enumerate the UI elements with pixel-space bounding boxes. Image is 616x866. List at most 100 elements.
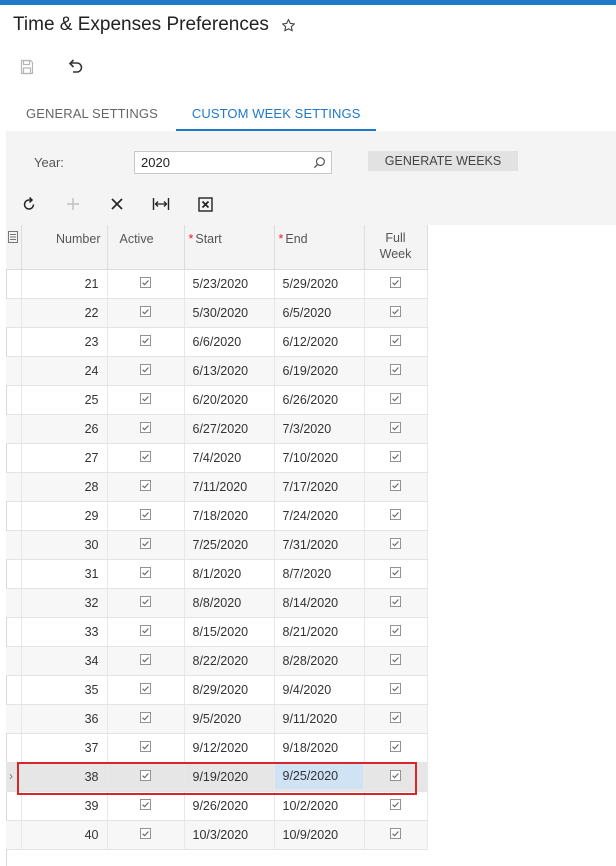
row-selector[interactable] — [6, 414, 22, 444]
checkbox-checked-icon[interactable] — [390, 276, 401, 291]
cell-full-week[interactable] — [364, 704, 428, 734]
cell-end[interactable]: 7/3/2020 — [274, 414, 365, 444]
cell-active[interactable] — [107, 356, 185, 386]
cell-full-week[interactable] — [364, 269, 428, 299]
checkbox-checked-icon[interactable] — [140, 711, 151, 726]
cell-start[interactable]: 7/4/2020 — [184, 443, 275, 473]
close-icon[interactable] — [106, 193, 128, 215]
table-row[interactable]: 32 8/8/2020 8/14/2020 — [6, 588, 428, 618]
cell-full-week[interactable] — [364, 791, 428, 821]
cell-start[interactable]: 8/1/2020 — [184, 559, 275, 589]
checkbox-checked-icon[interactable] — [390, 740, 401, 755]
checkbox-checked-icon[interactable] — [140, 479, 151, 494]
table-row[interactable]: 39 9/26/2020 10/2/2020 — [6, 791, 428, 821]
cell-number[interactable]: 31 — [21, 559, 108, 589]
cell-number[interactable]: 29 — [21, 501, 108, 531]
cell-full-week[interactable] — [364, 414, 428, 444]
cell-full-week[interactable] — [364, 820, 428, 850]
checkbox-checked-icon[interactable] — [390, 479, 401, 494]
cell-active[interactable] — [107, 472, 185, 502]
cell-full-week[interactable] — [364, 530, 428, 560]
cell-end[interactable]: 9/11/2020 — [274, 704, 365, 734]
cell-full-week[interactable] — [364, 443, 428, 473]
cell-full-week[interactable] — [364, 675, 428, 705]
table-row[interactable]: 28 7/11/2020 7/17/2020 — [6, 472, 428, 502]
cell-active[interactable] — [107, 646, 185, 676]
row-selector[interactable] — [6, 617, 22, 647]
checkbox-checked-icon[interactable] — [390, 827, 401, 842]
cell-start[interactable]: 6/6/2020 — [184, 327, 275, 357]
row-selector[interactable] — [6, 704, 22, 734]
cell-active[interactable] — [107, 733, 185, 763]
checkbox-checked-icon[interactable] — [140, 421, 151, 436]
checkbox-checked-icon[interactable] — [140, 276, 151, 291]
cell-full-week[interactable] — [364, 356, 428, 386]
checkbox-checked-icon[interactable] — [390, 392, 401, 407]
cell-start[interactable]: 8/22/2020 — [184, 646, 275, 676]
tab-custom-week-settings[interactable]: CUSTOM WEEK SETTINGS — [175, 96, 377, 132]
cell-start[interactable]: 7/11/2020 — [184, 472, 275, 502]
cell-active[interactable] — [107, 501, 185, 531]
table-row[interactable]: 35 8/29/2020 9/4/2020 — [6, 675, 428, 705]
cell-full-week[interactable] — [364, 327, 428, 357]
cell-full-week[interactable] — [364, 646, 428, 676]
cell-end[interactable]: 7/17/2020 — [274, 472, 365, 502]
checkbox-checked-icon[interactable] — [140, 450, 151, 465]
table-row[interactable]: 37 9/12/2020 9/18/2020 — [6, 733, 428, 763]
plus-icon[interactable] — [62, 193, 84, 215]
checkbox-checked-icon[interactable] — [140, 508, 151, 523]
column-header-active[interactable]: Active — [107, 225, 185, 270]
cell-number[interactable]: 39 — [21, 791, 108, 821]
checkbox-checked-icon[interactable] — [390, 624, 401, 639]
table-row[interactable]: 27 7/4/2020 7/10/2020 — [6, 443, 428, 473]
cell-start[interactable]: 5/23/2020 — [184, 269, 275, 299]
cell-full-week[interactable] — [364, 385, 428, 415]
row-selector[interactable] — [6, 530, 22, 560]
checkbox-checked-icon[interactable] — [390, 711, 401, 726]
cell-active[interactable] — [107, 675, 185, 705]
cell-start[interactable]: 9/26/2020 — [184, 791, 275, 821]
cell-full-week[interactable] — [364, 762, 428, 792]
cell-active[interactable] — [107, 530, 185, 560]
cell-start[interactable]: 5/30/2020 — [184, 298, 275, 328]
cell-end[interactable]: 7/24/2020 — [274, 501, 365, 531]
checkbox-checked-icon[interactable] — [140, 537, 151, 552]
row-selector[interactable] — [6, 327, 22, 357]
table-row[interactable]: 23 6/6/2020 6/12/2020 — [6, 327, 428, 357]
cell-number[interactable]: 21 — [21, 269, 108, 299]
table-row[interactable]: 31 8/1/2020 8/7/2020 — [6, 559, 428, 589]
cell-end[interactable]: 8/28/2020 — [274, 646, 365, 676]
checkbox-checked-icon[interactable] — [140, 363, 151, 378]
cell-number[interactable]: 36 — [21, 704, 108, 734]
cell-end[interactable]: 6/19/2020 — [274, 356, 365, 386]
checkbox-checked-icon[interactable] — [390, 508, 401, 523]
checkbox-checked-icon[interactable] — [390, 566, 401, 581]
checkbox-checked-icon[interactable] — [140, 334, 151, 349]
checkbox-checked-icon[interactable] — [390, 595, 401, 610]
checkbox-checked-icon[interactable] — [390, 450, 401, 465]
checkbox-checked-icon[interactable] — [140, 305, 151, 320]
year-input[interactable]: 2020 — [134, 151, 332, 174]
column-header-number[interactable]: Number — [21, 225, 108, 270]
column-header-full-week[interactable]: Full Week — [364, 225, 428, 270]
cell-end[interactable]: 8/14/2020 — [274, 588, 365, 618]
cell-active[interactable] — [107, 559, 185, 589]
cell-number[interactable]: 24 — [21, 356, 108, 386]
table-row[interactable]: 40 10/3/2020 10/9/2020 — [6, 820, 428, 850]
table-row[interactable]: 38 9/19/2020 9/25/2020 — [6, 762, 428, 792]
cell-end[interactable]: 9/18/2020 — [274, 733, 365, 763]
cell-number[interactable]: 35 — [21, 675, 108, 705]
cell-start[interactable]: 6/27/2020 — [184, 414, 275, 444]
cell-full-week[interactable] — [364, 733, 428, 763]
cell-number[interactable]: 26 — [21, 414, 108, 444]
cell-number[interactable]: 40 — [21, 820, 108, 850]
cell-active[interactable] — [107, 298, 185, 328]
checkbox-checked-icon[interactable] — [390, 798, 401, 813]
checkbox-checked-icon[interactable] — [140, 392, 151, 407]
cell-number[interactable]: 37 — [21, 733, 108, 763]
checkbox-checked-icon[interactable] — [140, 798, 151, 813]
row-selector[interactable] — [6, 385, 22, 415]
excel-export-icon[interactable] — [194, 193, 216, 215]
checkbox-checked-icon[interactable] — [390, 682, 401, 697]
cell-active[interactable] — [107, 617, 185, 647]
